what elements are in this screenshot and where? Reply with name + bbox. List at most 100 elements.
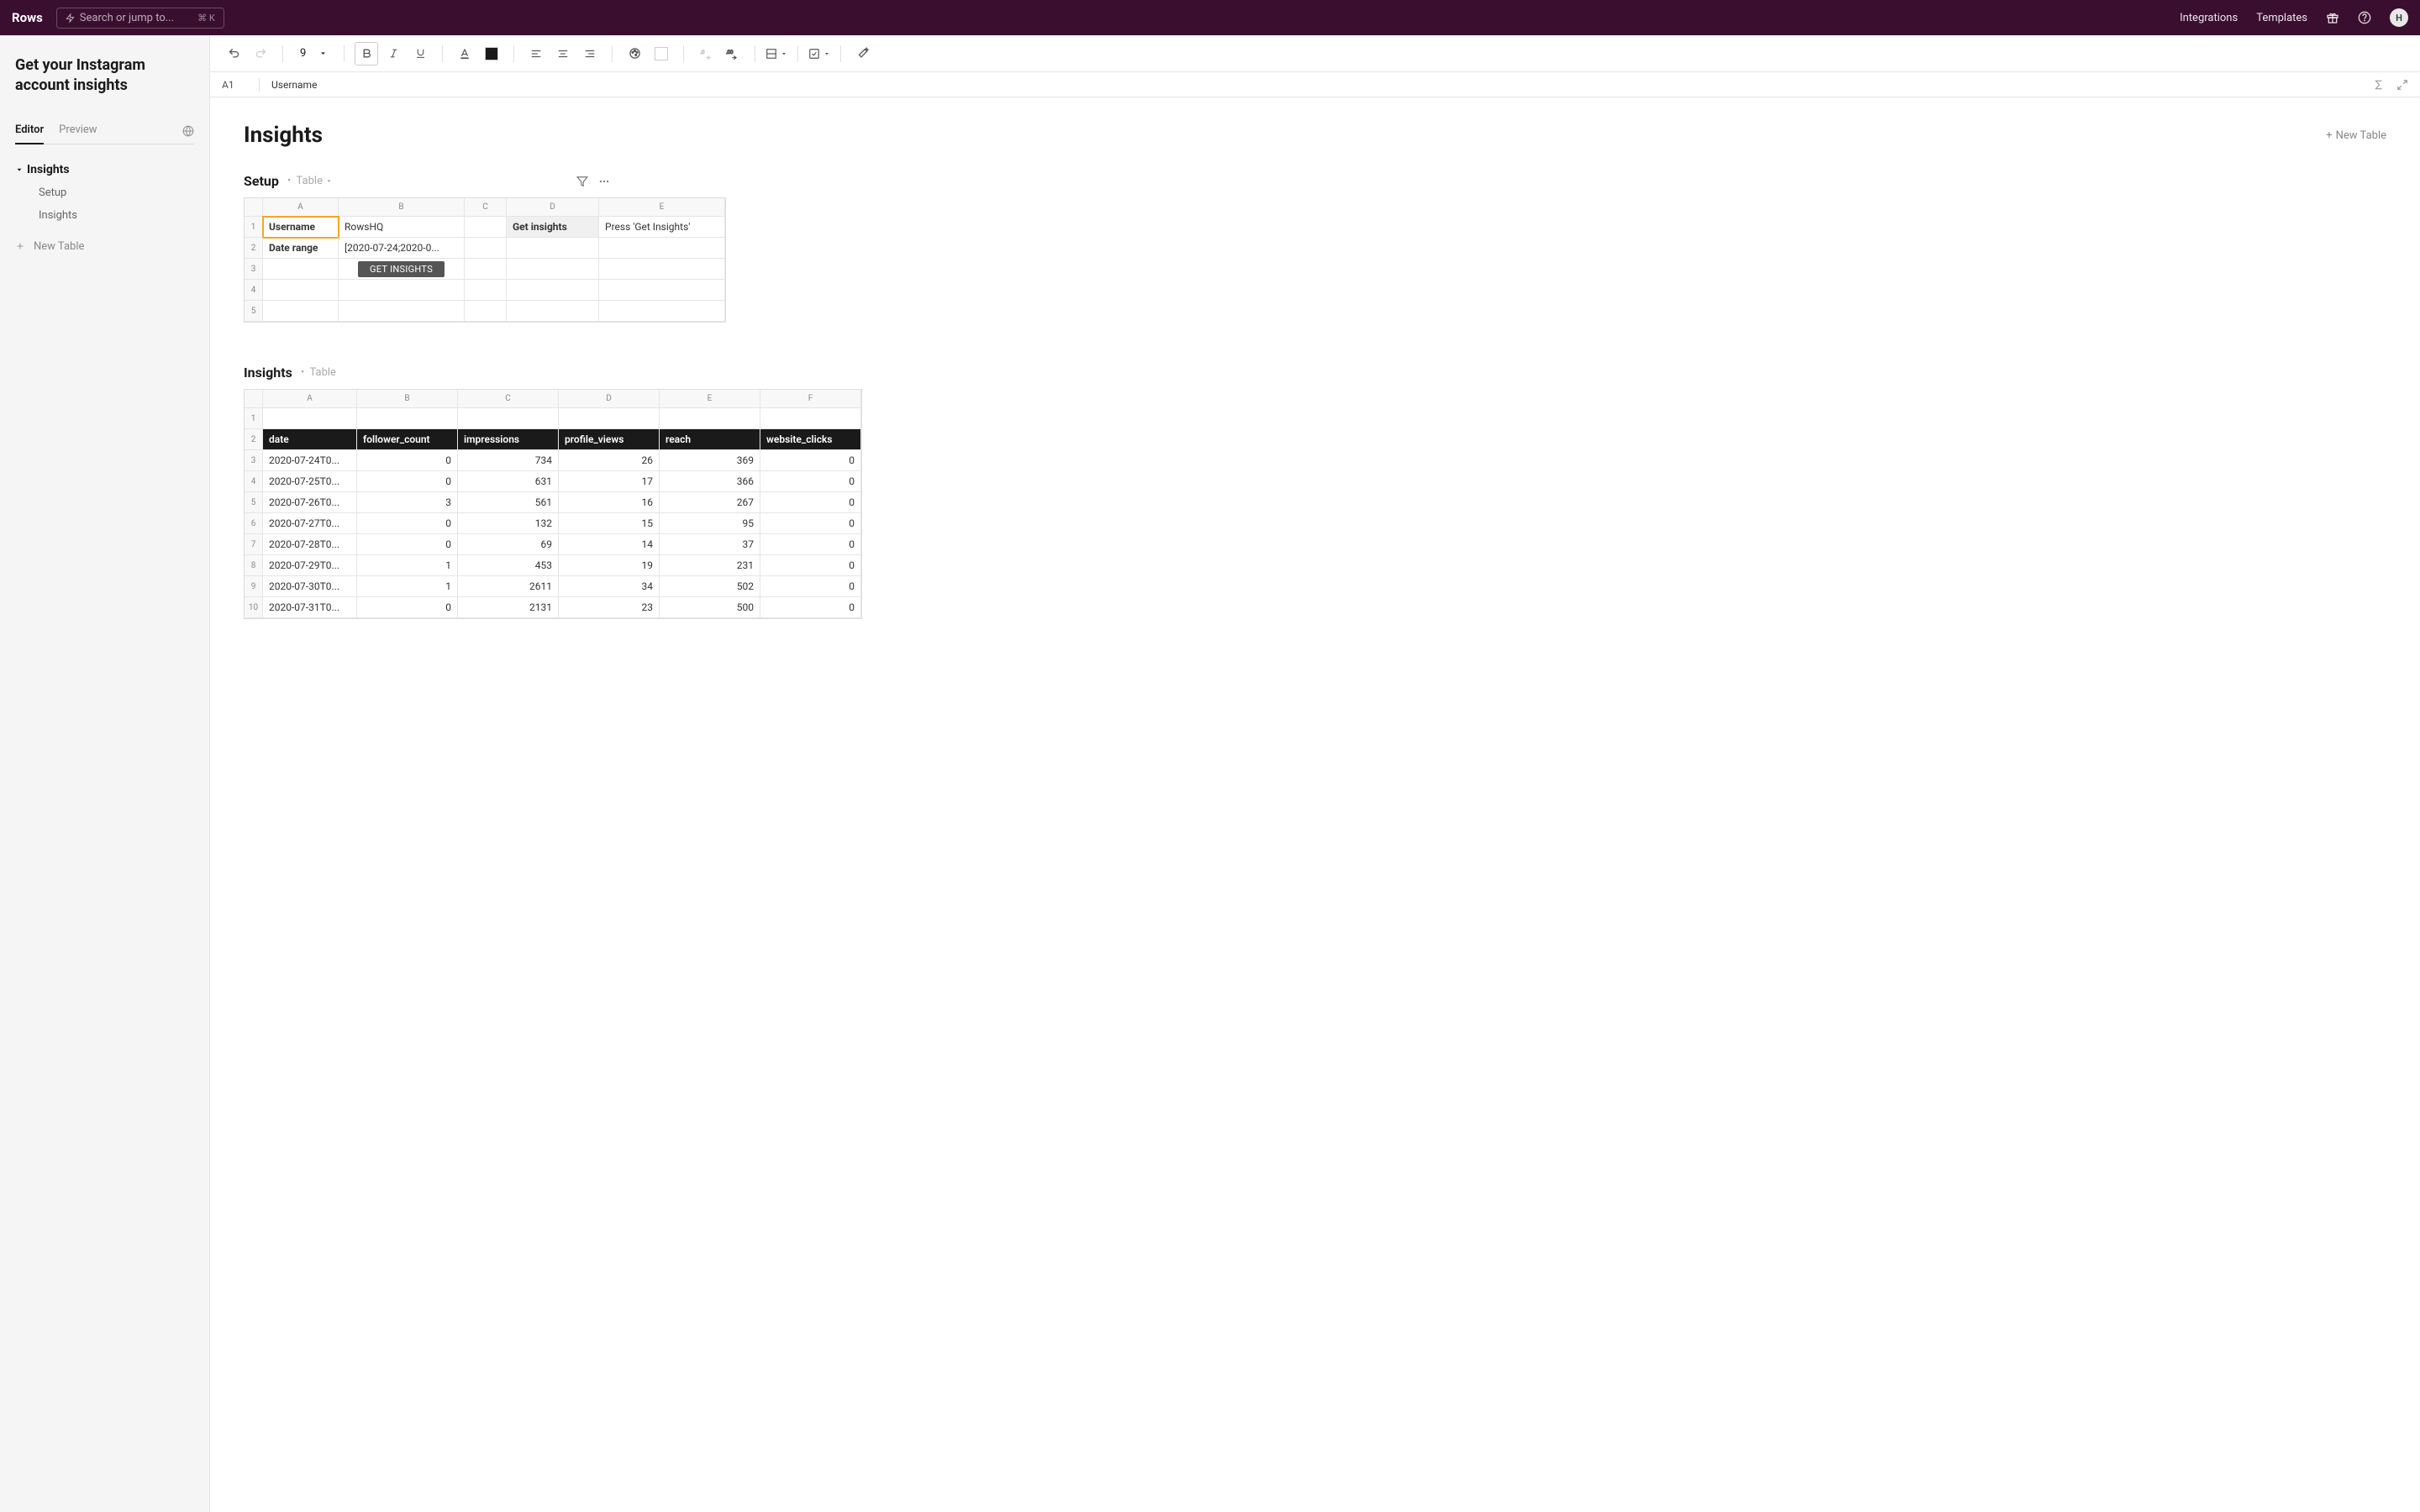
wrap-button[interactable] <box>765 42 787 66</box>
col-header[interactable]: D <box>559 390 660 408</box>
col-header[interactable]: C <box>458 390 559 408</box>
table-type-label[interactable]: • Table <box>287 175 333 187</box>
cell-b2[interactable]: [2020-07-24;2020-0... <box>339 238 465 259</box>
cell[interactable] <box>760 408 861 429</box>
cell[interactable]: 132 <box>458 513 559 534</box>
cell[interactable] <box>357 408 458 429</box>
formula-value[interactable]: Username <box>271 79 2373 91</box>
col-header[interactable]: A <box>263 390 357 408</box>
underline-button[interactable] <box>408 42 432 66</box>
header-cell[interactable]: profile_views <box>559 429 660 450</box>
row-header[interactable]: 4 <box>245 471 263 492</box>
magic-button[interactable] <box>851 42 875 66</box>
cell[interactable]: 0 <box>357 534 458 555</box>
cell-c3[interactable] <box>465 259 507 280</box>
cell-c1[interactable] <box>465 217 507 238</box>
cell[interactable]: 1 <box>357 555 458 576</box>
row-header[interactable]: 2 <box>245 429 263 450</box>
align-right-button[interactable] <box>578 42 602 66</box>
italic-button[interactable] <box>381 42 405 66</box>
cell[interactable]: 69 <box>458 534 559 555</box>
tree-section-insights[interactable]: Insights <box>15 158 194 181</box>
color-picker-button[interactable] <box>623 42 646 66</box>
cell[interactable] <box>507 280 599 301</box>
col-header[interactable]: D <box>507 198 599 217</box>
cell[interactable]: 0 <box>760 534 861 555</box>
header-cell[interactable]: website_clicks <box>760 429 861 450</box>
cell[interactable]: 231 <box>660 555 760 576</box>
row-header[interactable]: 4 <box>245 280 263 301</box>
cell[interactable]: 26 <box>559 450 660 471</box>
cell-d1[interactable]: Get insights <box>507 217 599 238</box>
header-cell[interactable]: impressions <box>458 429 559 450</box>
redo-button[interactable] <box>249 42 272 66</box>
cell[interactable] <box>263 408 357 429</box>
nav-templates[interactable]: Templates <box>2256 12 2307 24</box>
cell[interactable]: 2020-07-25T0... <box>263 471 357 492</box>
cell[interactable]: 366 <box>660 471 760 492</box>
decimal-increase-button[interactable]: .00 <box>721 42 744 66</box>
bold-button[interactable] <box>355 42 378 66</box>
col-header[interactable]: A <box>263 198 339 217</box>
grid-corner[interactable] <box>245 198 263 217</box>
col-header[interactable]: B <box>357 390 458 408</box>
sigma-icon[interactable] <box>2373 79 2385 91</box>
cell[interactable] <box>263 280 339 301</box>
font-size-selector[interactable]: 9 <box>293 47 334 60</box>
cell[interactable] <box>599 280 725 301</box>
expand-icon[interactable] <box>2396 79 2408 91</box>
row-header[interactable]: 2 <box>245 238 263 259</box>
cell-reference[interactable]: A1 <box>222 79 259 91</box>
cell[interactable]: 16 <box>559 492 660 513</box>
cell-b3[interactable]: GET INSIGHTS <box>339 259 465 280</box>
more-icon[interactable] <box>598 176 610 187</box>
row-header[interactable]: 1 <box>245 217 263 238</box>
avatar[interactable]: H <box>2390 8 2408 27</box>
cell[interactable]: 17 <box>559 471 660 492</box>
globe-icon[interactable] <box>182 125 194 137</box>
fill-color-button[interactable] <box>480 42 503 66</box>
row-header[interactable]: 3 <box>245 450 263 471</box>
text-color-button[interactable] <box>453 42 476 66</box>
fill-white-button[interactable] <box>650 42 673 66</box>
nav-integrations[interactable]: Integrations <box>2180 12 2238 24</box>
align-left-button[interactable] <box>524 42 548 66</box>
row-header[interactable]: 10 <box>245 597 263 618</box>
gift-icon[interactable] <box>2326 11 2339 24</box>
cell-a3[interactable] <box>263 259 339 280</box>
tree-item-setup[interactable]: Setup <box>15 181 194 204</box>
cell-e1[interactable]: Press 'Get Insights' <box>599 217 725 238</box>
align-center-button[interactable] <box>551 42 575 66</box>
cell[interactable] <box>465 280 507 301</box>
logo[interactable]: Rows <box>12 10 43 25</box>
header-cell[interactable]: reach <box>660 429 760 450</box>
cell[interactable]: 1 <box>357 576 458 597</box>
cell[interactable] <box>559 408 660 429</box>
cell-c2[interactable] <box>465 238 507 259</box>
cell[interactable]: 15 <box>559 513 660 534</box>
cell[interactable]: 2020-07-24T0... <box>263 450 357 471</box>
undo-button[interactable] <box>222 42 245 66</box>
cell-e3[interactable] <box>599 259 725 280</box>
cell[interactable]: 0 <box>760 597 861 618</box>
cell-d2[interactable] <box>507 238 599 259</box>
cell[interactable]: 14 <box>559 534 660 555</box>
setup-grid[interactable]: A B C D E 1 Username RowsHQ Get insights… <box>244 197 726 323</box>
cell[interactable] <box>660 408 760 429</box>
grid-corner[interactable] <box>245 390 263 408</box>
cell[interactable]: 2020-07-27T0... <box>263 513 357 534</box>
row-header[interactable]: 7 <box>245 534 263 555</box>
col-header[interactable]: B <box>339 198 465 217</box>
cell[interactable] <box>339 301 465 322</box>
cell[interactable]: 500 <box>660 597 760 618</box>
row-header[interactable]: 5 <box>245 492 263 513</box>
cell[interactable]: 0 <box>760 471 861 492</box>
cell[interactable]: 631 <box>458 471 559 492</box>
search-input[interactable]: Search or jump to... ⌘ K <box>56 8 224 29</box>
cell-a1[interactable]: Username <box>263 217 339 238</box>
insights-grid[interactable]: A B C D E F 1 2 date follower_count <box>244 389 862 619</box>
cell[interactable]: 2020-07-31T0... <box>263 597 357 618</box>
get-insights-button[interactable]: GET INSIGHTS <box>358 261 445 277</box>
decimal-decrease-button[interactable]: .0 <box>694 42 718 66</box>
cell[interactable] <box>458 408 559 429</box>
